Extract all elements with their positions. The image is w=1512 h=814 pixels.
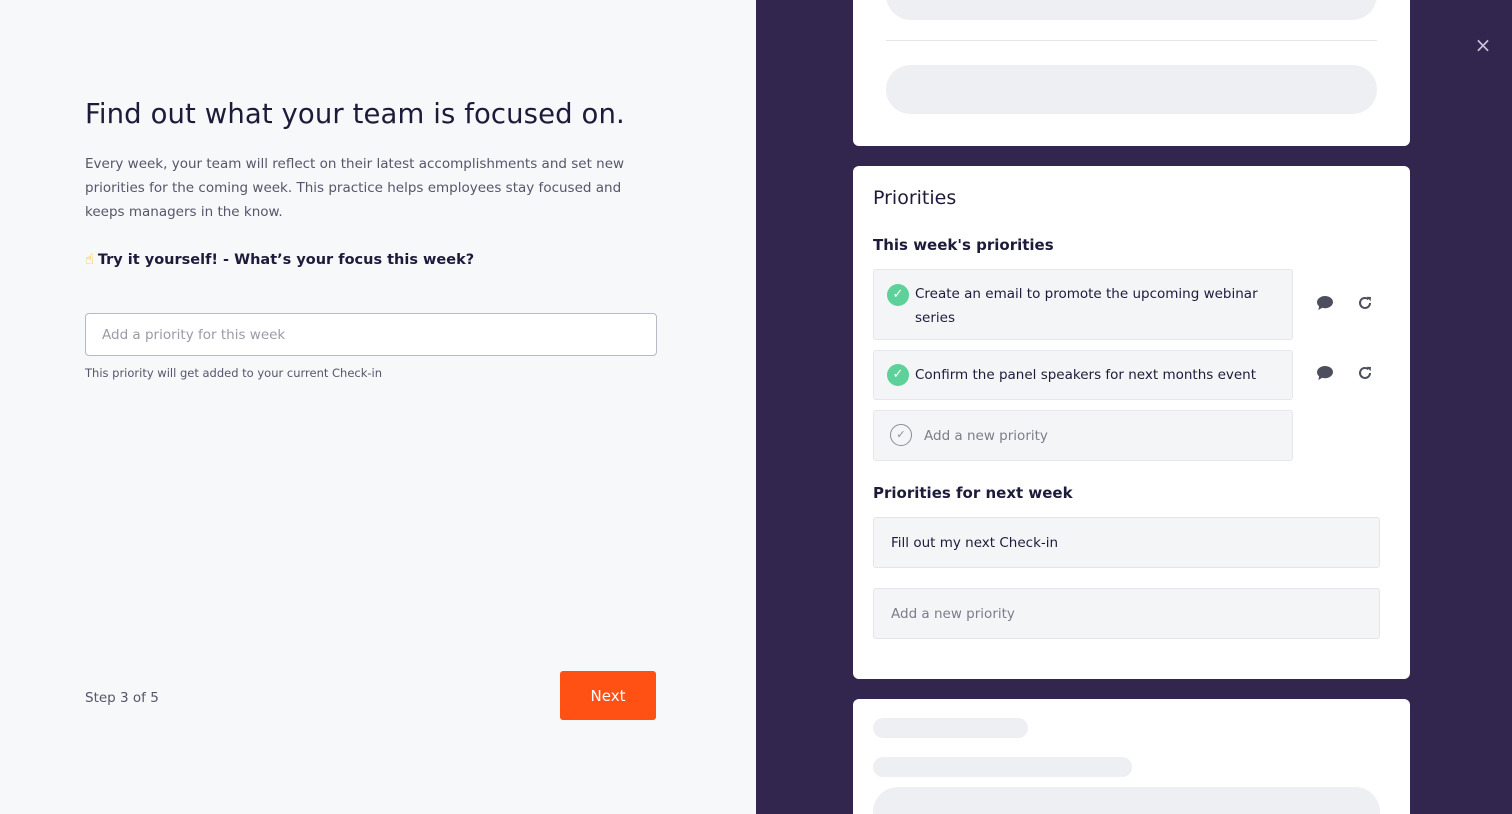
add-priority-field[interactable]: ✓ Add a new priority [873, 410, 1293, 461]
page-title: Find out what your team is focused on. [85, 98, 625, 130]
divider [886, 40, 1377, 41]
skeleton-bar [873, 787, 1380, 814]
priorities-title: Priorities [873, 187, 957, 209]
next-week-heading: Priorities for next week [873, 484, 1073, 502]
priority-item-text: Create an email to promote the upcoming … [915, 286, 1258, 326]
skeleton-bar [886, 65, 1377, 114]
priority-input[interactable] [85, 313, 657, 356]
next-button[interactable]: Next [560, 671, 656, 720]
priority-helper-text: This priority will get added to your cur… [85, 366, 383, 380]
comment-icon[interactable] [1315, 295, 1335, 315]
close-icon[interactable]: × [1473, 35, 1493, 55]
priority-item[interactable]: ✓ Create an email to promote the upcomin… [873, 269, 1293, 340]
check-circle-icon[interactable]: ✓ [887, 364, 909, 386]
next-week-add-priority-field[interactable]: Add a new priority [873, 588, 1380, 639]
redo-icon[interactable] [1355, 365, 1375, 385]
check-circle-outline-icon: ✓ [890, 424, 912, 446]
next-week-add-priority-placeholder: Add a new priority [891, 606, 1015, 622]
skeleton-bar [873, 718, 1028, 738]
add-priority-placeholder: Add a new priority [924, 428, 1048, 444]
skeleton-bar [873, 757, 1132, 777]
step-indicator: Step 3 of 5 [85, 690, 159, 706]
priority-item-text: Confirm the panel speakers for next mont… [915, 367, 1257, 383]
this-week-heading: This week's priorities [873, 236, 1054, 254]
page-description: Every week, your team will reflect on th… [85, 156, 625, 220]
skeleton-bar [886, 0, 1377, 20]
redo-icon[interactable] [1355, 295, 1375, 315]
priority-item[interactable]: ✓ Confirm the panel speakers for next mo… [873, 350, 1293, 400]
check-circle-icon[interactable]: ✓ [887, 284, 909, 306]
next-week-priority-item[interactable]: Fill out my next Check-in [873, 517, 1380, 568]
onboarding-panel: Find out what your team is focused on. E… [0, 0, 756, 814]
try-prompt-text: Try it yourself! - What’s your focus thi… [97, 252, 475, 268]
pointing-hand-icon: ☝ [85, 252, 94, 268]
try-prompt: ☝ Try it yourself! - What’s your focus th… [85, 252, 474, 268]
comment-icon[interactable] [1315, 365, 1335, 385]
next-week-priority-text: Fill out my next Check-in [891, 535, 1059, 551]
